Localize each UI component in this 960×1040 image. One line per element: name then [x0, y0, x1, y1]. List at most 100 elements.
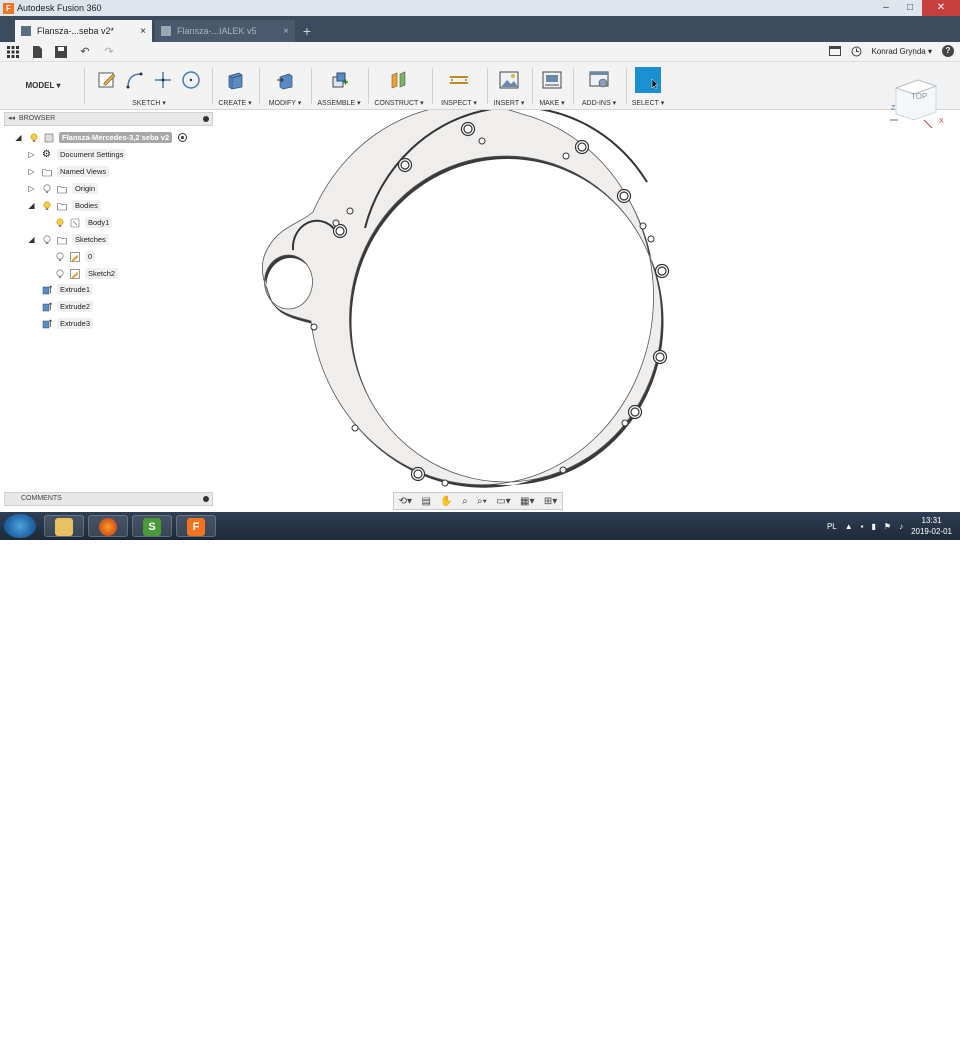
extrude-box-icon[interactable] — [224, 69, 246, 91]
expand-arrow-icon[interactable]: ▷ — [27, 150, 36, 159]
point-tool-icon[interactable] — [152, 69, 174, 91]
job-status-icon[interactable] — [828, 46, 841, 56]
tree-row-bodies[interactable]: ◢ Bodies — [27, 199, 101, 212]
collapse-browser-icon[interactable]: ◂◂ — [8, 113, 15, 125]
press-pull-icon[interactable] — [274, 69, 296, 91]
3d-viewport-canvas[interactable]: TOP Z X — [215, 79, 960, 512]
language-indicator[interactable]: PL — [827, 522, 837, 531]
document-tab-inactive[interactable]: Flansza-...IALEK v5 × — [155, 20, 295, 42]
ribbon-group-label[interactable]: INSPECT ▾ — [434, 99, 484, 107]
maximize-button[interactable]: □ — [898, 0, 922, 16]
collapse-arrow-icon[interactable]: ◢ — [14, 133, 23, 142]
browser-panel: ◂◂ BROWSER ◢ Flansza-Mercedes-3,2 seba v… — [0, 110, 215, 512]
taskbar-firefox-button[interactable] — [88, 515, 128, 537]
data-panel-grid-icon[interactable] — [6, 45, 20, 59]
browser-header[interactable]: ◂◂ BROWSER — [4, 112, 213, 126]
select-cursor-icon[interactable] — [635, 67, 661, 93]
document-tab-active[interactable]: Flansza-...seba v2* × — [15, 20, 152, 42]
ribbon-group-label[interactable]: MAKE ▾ — [534, 99, 570, 107]
tray-expand-icon[interactable]: ▲ — [845, 522, 853, 531]
viewcube-face-label[interactable]: TOP — [911, 92, 927, 101]
scripts-addins-icon[interactable] — [588, 69, 610, 91]
flag-icon[interactable]: ⚑ — [884, 522, 891, 531]
ribbon-group-label[interactable]: CREATE ▾ — [214, 99, 256, 107]
lightbulb-off-icon[interactable] — [55, 268, 65, 279]
viewports-icon[interactable]: ⊞▾ — [544, 496, 557, 507]
undo-icon[interactable]: ↶ — [78, 45, 92, 59]
tree-row-sketches[interactable]: ◢ Sketches — [27, 233, 109, 246]
new-component-icon[interactable] — [328, 69, 350, 91]
create-sketch-icon[interactable] — [96, 69, 118, 91]
tree-item-label: Origin — [72, 183, 99, 194]
zoom-icon[interactable]: ⌕ — [462, 496, 468, 507]
workspace-switcher[interactable]: MODEL ▾ — [10, 76, 76, 96]
file-menu-icon[interactable] — [30, 45, 44, 59]
taskbar-explorer-button[interactable] — [44, 515, 84, 537]
volume-icon[interactable]: ♪ — [899, 522, 903, 531]
look-at-icon[interactable]: ▤ — [421, 496, 430, 507]
ribbon-group-label[interactable]: SELECT ▾ — [628, 99, 668, 107]
ribbon-group-label[interactable]: ADD-INS ▾ — [575, 99, 623, 107]
insert-image-icon[interactable] — [498, 69, 520, 91]
comments-panel[interactable]: COMMENTS — [4, 492, 213, 506]
tree-row-body1[interactable]: Body1 — [55, 216, 113, 229]
tree-row-extrude3[interactable]: Extrude3 — [42, 317, 94, 330]
collapse-arrow-icon[interactable]: ◢ — [27, 235, 36, 244]
lightbulb-off-icon[interactable] — [42, 234, 52, 245]
orbit-icon[interactable]: ⟲▾ — [399, 496, 412, 507]
grid-settings-icon[interactable]: ▦▾ — [520, 496, 534, 507]
ribbon-group-label[interactable]: INSERT ▾ — [489, 99, 529, 107]
tree-root-row[interactable]: ◢ Flansza-Mercedes-3,2 seba v2 — [14, 131, 188, 144]
lightbulb-off-icon[interactable] — [55, 251, 65, 262]
flange-model-view[interactable] — [215, 104, 960, 512]
measure-icon[interactable] — [448, 69, 470, 91]
tree-row-sketch2[interactable]: Sketch2 — [55, 267, 119, 280]
start-button-icon[interactable] — [4, 514, 36, 538]
offset-plane-icon[interactable] — [388, 69, 410, 91]
tree-row-named-views[interactable]: ▷ Named Views — [27, 165, 110, 178]
close-window-button[interactable]: ✕ — [922, 0, 960, 16]
display-settings-icon[interactable]: ▭▾ — [496, 496, 510, 507]
viewcube[interactable] — [888, 76, 944, 132]
tree-row-extrude1[interactable]: Extrude1 — [42, 283, 94, 296]
expand-arrow-icon[interactable]: ▷ — [27, 167, 36, 176]
expand-arrow-icon[interactable]: ▷ — [27, 184, 36, 193]
save-icon[interactable] — [54, 45, 68, 59]
fit-zoom-icon[interactable]: ⌕▾ — [477, 496, 487, 507]
user-account-menu[interactable]: Konrad Grynda ▾ — [872, 47, 933, 56]
activate-radio-icon[interactable] — [178, 133, 188, 142]
ribbon-group-label[interactable]: SKETCH ▾ — [88, 99, 210, 107]
lightbulb-icon[interactable] — [55, 218, 65, 228]
taskbar-fusion-button[interactable]: F — [176, 515, 216, 537]
network-icon[interactable]: ▮ — [872, 522, 876, 531]
new-tab-button[interactable]: + — [297, 21, 317, 41]
tree-item-label: Sketch2 — [85, 268, 119, 279]
lightbulb-off-icon[interactable] — [42, 183, 52, 194]
ribbon-group-label[interactable]: ASSEMBLE ▾ — [313, 99, 365, 107]
browser-pin-icon[interactable] — [203, 116, 209, 122]
tree-row-extrude2[interactable]: Extrude2 — [42, 300, 94, 313]
window-titlebar: F Autodesk Fusion 360 – □ ✕ — [0, 0, 960, 16]
pan-hand-icon[interactable]: ✋ — [440, 496, 452, 507]
system-clock[interactable]: 13:31 2019-02-01 — [911, 515, 952, 537]
minimize-button[interactable]: – — [874, 0, 898, 16]
collapse-arrow-icon[interactable]: ◢ — [27, 201, 36, 210]
tree-row-sketch-0[interactable]: 0 — [55, 250, 96, 263]
help-icon[interactable]: ? — [942, 45, 954, 57]
taskbar-s-app-button[interactable]: S — [132, 515, 172, 537]
recent-clock-icon[interactable] — [851, 46, 862, 57]
close-tab-icon[interactable]: × — [283, 26, 289, 37]
3d-print-icon[interactable] — [541, 69, 563, 91]
redo-icon[interactable]: ↷ — [102, 45, 116, 59]
tray-app-icon[interactable]: ▪ — [861, 522, 864, 531]
comments-add-icon[interactable] — [203, 496, 209, 502]
lightbulb-icon[interactable] — [42, 201, 52, 211]
line-tool-icon[interactable] — [124, 69, 146, 91]
circle-tool-icon[interactable] — [180, 69, 202, 91]
ribbon-group-label[interactable]: CONSTRUCT ▾ — [370, 99, 428, 107]
lightbulb-icon[interactable] — [29, 133, 39, 143]
tree-row-origin[interactable]: ▷ Origin — [27, 182, 99, 195]
close-tab-icon[interactable]: × — [140, 26, 146, 37]
tree-row-document-settings[interactable]: ▷ ⚙ Document Settings — [27, 148, 127, 161]
ribbon-group-label[interactable]: MODIFY ▾ — [261, 99, 309, 107]
